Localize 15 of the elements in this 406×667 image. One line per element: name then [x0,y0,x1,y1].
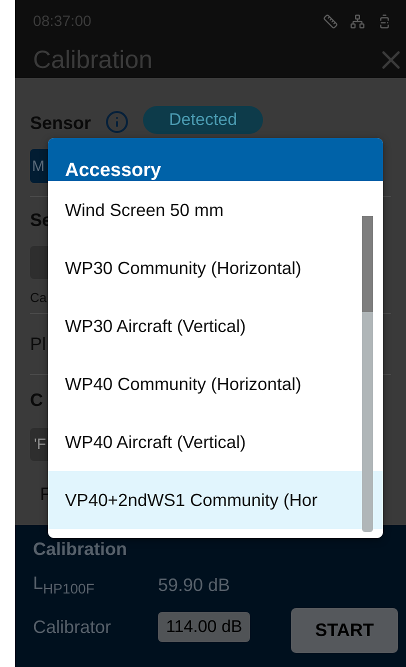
calibration-reading: 59.90 dB [158,574,230,596]
probe-icon [323,14,338,29]
accessory-option[interactable]: WP40 Community (Horizontal) [48,355,383,413]
accessory-option[interactable]: WP30 Aircraft (Vertical) [48,297,383,355]
scrollbar[interactable] [362,216,373,532]
calibration-label: Calibrator [33,616,112,638]
accessory-option[interactable]: WP30 Community (Horizontal) [48,239,383,297]
sensor-status-badge: Detected [143,106,264,134]
calibration-heading: Calibration [33,539,128,560]
info-icon[interactable] [105,110,130,134]
network-icon [350,14,365,29]
accessory-option[interactable]: WP40 Aircraft (Vertical) [48,413,383,471]
accessory-option[interactable]: VP40+2ndWS1 Community (Hor [48,471,383,529]
calibration-label: L$_{HP100F}$ [33,573,96,598]
accessory-option[interactable]: Wind Screen 50 mm [48,181,383,239]
